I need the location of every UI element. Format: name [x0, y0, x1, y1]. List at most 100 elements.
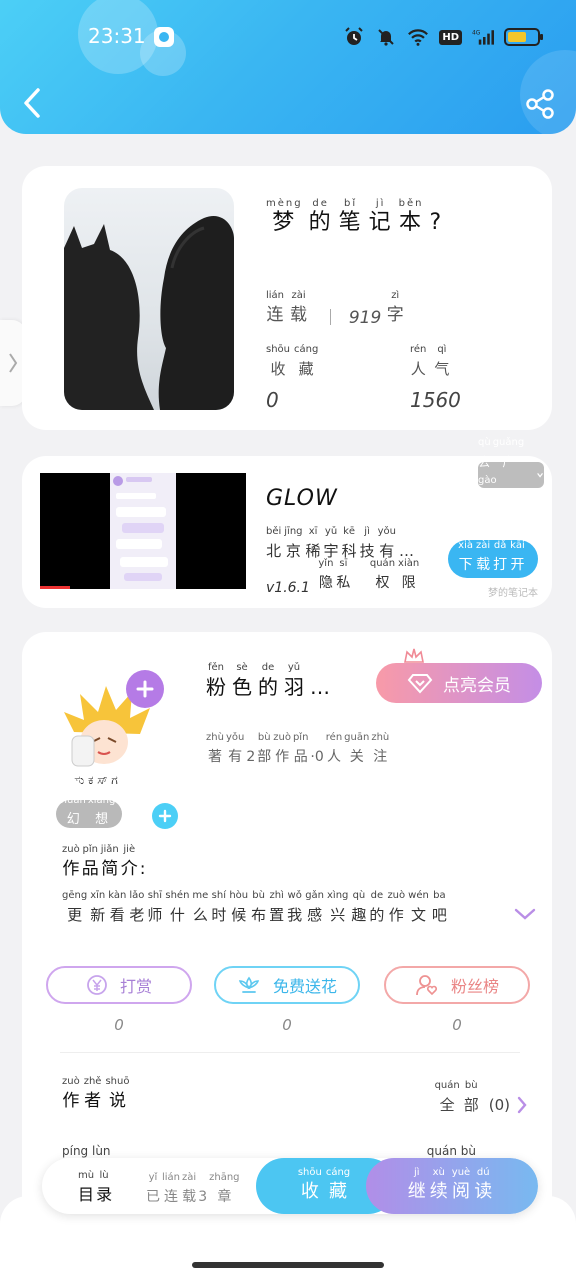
pinyin-char: mù 目	[78, 1170, 95, 1204]
video-progress-bar	[40, 586, 70, 589]
pinyin-char: qù 趣	[351, 890, 367, 924]
yen-coin-icon	[87, 975, 107, 995]
pinyin-char: yǐn 隐	[318, 558, 334, 591]
tip-button[interactable]: 打赏	[46, 966, 192, 1004]
pinyin-char: qù 去	[478, 437, 491, 469]
status-icons: HD 4G	[343, 26, 543, 48]
catalog-button[interactable]: mù 目 lù 录	[78, 1170, 114, 1208]
battery-icon	[504, 28, 543, 46]
pinyin-char: bù 部	[257, 732, 272, 765]
follow-author-button[interactable]	[126, 670, 164, 708]
pinyin-char: zài 载	[182, 1172, 197, 1205]
ad-version-row: v1.6.1 yǐn 隐 sī 私 quán 权 xiàn 限	[266, 558, 422, 596]
pinyin-char: yuè 阅	[451, 1167, 471, 1202]
genre-tag[interactable]: huàn 幻 xiǎng 想	[56, 795, 122, 828]
collect-button-label: shōu 收 cáng 藏	[298, 1167, 354, 1205]
remove-ad-button[interactable]: qù 去 guǎng 广 gào 告	[478, 437, 544, 507]
chevron-down-icon	[537, 473, 543, 478]
flower-count: 0	[282, 1016, 292, 1034]
serial-status: lián 连 zài 载	[266, 290, 313, 328]
pinyin-char: zài 载	[290, 290, 308, 325]
pinyin-char: zhāng 章	[209, 1172, 240, 1205]
diamond-icon	[407, 674, 433, 694]
pinyin-char: jiǎn 简	[100, 844, 119, 879]
vip-label: 点亮会员	[443, 675, 511, 696]
wifi-icon	[407, 26, 429, 48]
pinyin-char: běn 本	[398, 198, 424, 235]
pinyin-char: yǒu 有	[225, 732, 245, 765]
pinyin-char: kàn 看	[108, 890, 127, 924]
comments-all[interactable]: quán bù	[427, 1144, 476, 1158]
collect-count: 0	[266, 388, 279, 412]
divider	[60, 1052, 520, 1053]
pinyin-char: zì 字	[386, 290, 404, 325]
author-name[interactable]: fěn 粉 sè 色 de 的 yǔ 羽…	[206, 662, 336, 700]
pinyin-char: lián 连	[162, 1172, 181, 1205]
ad-card[interactable]: GLOW běi 北 jīng 京 xī 稀 yǔ 宇 kē 科 jì 技 yǒu 有… v1.6.1 y…	[22, 437, 552, 608]
pinyin-char: sī 私	[336, 558, 351, 591]
remove-ad-label: qù 去 guǎng 广 gào 告	[478, 437, 534, 513]
home-indicator[interactable]	[192, 1262, 384, 1268]
pinyin-char: rén 人	[325, 732, 343, 765]
pinyin-char: cáng 藏	[294, 344, 319, 378]
pinyin-char: dú 读	[474, 1167, 493, 1202]
continue-reading-label: jì 继 xù 续 yuè 阅 dú 读	[408, 1167, 496, 1205]
pinyin-char: jiè 介	[120, 844, 138, 879]
svg-text:ಸು ಕ ಸ್ ಗ: ಸು ಕ ಸ್ ಗ	[74, 773, 118, 787]
pinyin-char: ?	[429, 210, 444, 235]
collect-label: shōu 收 cáng 藏	[266, 344, 322, 382]
pinyin-char: xià 下	[458, 540, 473, 573]
pinyin-char: quán 全	[434, 1080, 460, 1114]
author-says-all-button[interactable]: quán 全 bù 部 (0)	[435, 1080, 528, 1118]
author-card: ಸು ಕ ಸ್ ಗ fěn 粉 sè 色 de 的 yǔ 羽… zhù 著 yǒu 有 2 bù 部 zuò…	[22, 632, 552, 1232]
pinyin-char: zài 载	[475, 540, 491, 573]
pinyin-char: de 的	[258, 662, 278, 699]
intro-text: gēng 更 xīn 新 kàn 看 lǎo 老 shī 师 shén 什 me 么 shí 时 hòu 候 bù 布…	[62, 890, 492, 928]
ad-privacy-link[interactable]: yǐn 隐 sī 私	[318, 558, 353, 596]
pinyin-char: pǐn 品	[292, 732, 309, 765]
pinyin-char: :	[139, 859, 146, 879]
continue-reading-button[interactable]: jì 继 xù 续 yuè 阅 dú 读	[366, 1158, 538, 1214]
pinyin-char: lǎo 老	[129, 890, 145, 924]
pinyin-char: de 的	[369, 890, 385, 924]
share-button[interactable]	[524, 88, 556, 120]
pinyin-char: xìng 兴	[327, 890, 349, 924]
fans-rank-button[interactable]: 粉丝榜	[384, 966, 530, 1004]
pinyin-char: zuò 作	[62, 844, 80, 879]
comments-title: píng lùn	[62, 1144, 111, 1158]
pinyin-char: zuò 作	[273, 732, 291, 765]
pinyin-char: xiǎng 想	[87, 795, 116, 827]
pinyin-char: yǔ 羽	[284, 662, 304, 699]
pinyin-char: ·0	[310, 749, 324, 765]
pinyin-char: zuò 作	[62, 1076, 80, 1111]
chevron-down-icon	[514, 908, 536, 920]
pinyin-char: …	[310, 675, 330, 699]
pinyin-char: yǐ 已	[146, 1172, 160, 1205]
pinyin-char: zuò 作	[387, 890, 406, 924]
author-stats: zhù 著 yǒu 有 2 bù 部 zuò 作 pǐn 品 ·0 rén 人 guān 关 zhù 注	[206, 732, 391, 770]
fans-count: 0	[452, 1016, 462, 1034]
send-flower-button[interactable]: 免费送花	[214, 966, 360, 1004]
word-unit: zì 字	[387, 290, 406, 328]
fans-rank-label: 粉丝榜	[450, 977, 499, 996]
back-button[interactable]	[18, 86, 48, 120]
pinyin-char: guān 关	[344, 732, 370, 765]
ad-video-thumbnail[interactable]	[40, 473, 246, 589]
intro-heading: zuò 作 pǐn 品 jiǎn 简 jiè 介:	[62, 844, 147, 882]
pinyin-char: bǐ 笔	[338, 198, 363, 235]
ad-permission-link[interactable]: quán 权 xiàn 限	[370, 558, 422, 596]
pinyin-char: zhù 注	[371, 732, 390, 765]
book-cover[interactable]	[64, 188, 234, 410]
share-icon	[526, 89, 554, 119]
pinyin-char: wén 文	[408, 890, 429, 924]
add-tag-button[interactable]	[152, 803, 178, 829]
pinyin-char: pǐn 品	[81, 844, 99, 879]
pinyin-char: huàn 幻	[60, 795, 86, 827]
book-title: mèng 梦 de 的 bǐ 笔 jì 记 běn 本?	[266, 198, 449, 236]
word-count: 919	[348, 308, 382, 328]
expand-intro-button[interactable]	[514, 906, 536, 925]
vip-button[interactable]: 点亮会员	[376, 663, 542, 703]
fan-user-icon	[416, 975, 437, 996]
author-says-count: (0)	[488, 1096, 510, 1114]
ad-download-button[interactable]: xià 下 zài 载 dǎ 打 kāi 开	[448, 540, 538, 578]
